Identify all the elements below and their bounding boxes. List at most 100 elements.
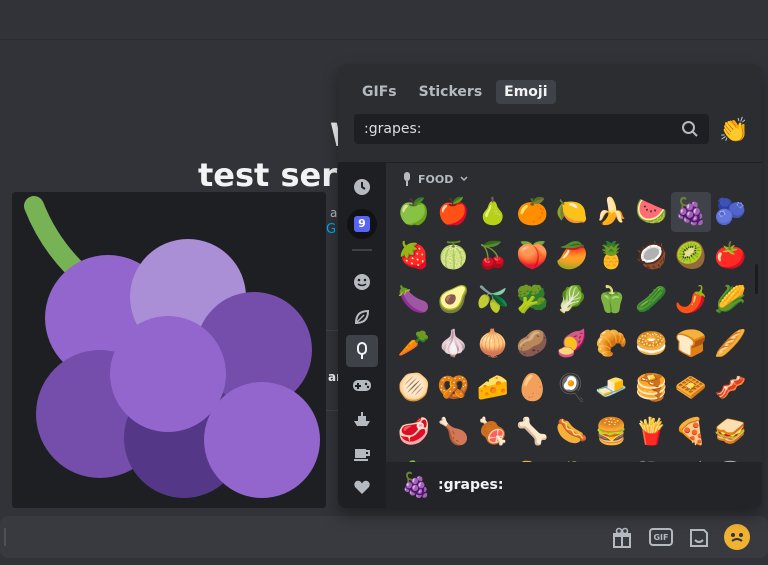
emoji-cell[interactable]: 🥩: [394, 412, 434, 452]
emoji-cell[interactable]: 🥕: [394, 324, 434, 364]
emoji-cell[interactable]: 🌶️: [671, 280, 711, 320]
gamepad-icon[interactable]: [346, 369, 378, 401]
emoji-button[interactable]: [724, 524, 750, 550]
ship-icon[interactable]: [346, 403, 378, 435]
gif-label: GIF: [653, 532, 669, 542]
emoji-cell[interactable]: 🍠: [552, 324, 592, 364]
emoji-cell[interactable]: 🦴: [513, 412, 553, 452]
emoji-cell[interactable]: 🫓: [394, 368, 434, 408]
emoji-cell[interactable]: 🧈: [592, 368, 632, 408]
tab-stickers[interactable]: Stickers: [411, 80, 491, 104]
scrollbar[interactable]: [755, 264, 758, 294]
emoji-footer: 🍇 :grapes:: [386, 462, 762, 508]
emoji-cell[interactable]: 🍒: [473, 236, 513, 276]
emoji-cell[interactable]: 🍋: [552, 192, 592, 232]
emoji-cell[interactable]: 🥞: [631, 368, 671, 408]
emoji-cell[interactable]: 🍊: [513, 192, 553, 232]
emoji-picker: GIFs Stickers Emoji :grapes: 👏 9 FOOD 🍏 …: [338, 64, 762, 508]
emoji-cell[interactable]: 🍐: [473, 192, 513, 232]
emoji-cell[interactable]: 🍓: [394, 236, 434, 276]
emoji-cell[interactable]: 🍇: [670, 192, 711, 232]
emoji-cell[interactable]: 🥐: [592, 324, 632, 364]
emoji-cell[interactable]: 🧅: [473, 324, 513, 364]
emoji-cell[interactable]: 🌭: [552, 412, 592, 452]
welcome-link[interactable]: G: [326, 222, 336, 237]
emoji-cell[interactable]: 🍅: [711, 236, 751, 276]
divider: [338, 162, 762, 163]
emoji-cell[interactable]: 🍌: [592, 192, 632, 232]
footer-emoji-name: :grapes:: [438, 477, 504, 493]
tab-gifs[interactable]: GIFs: [354, 80, 405, 104]
emoji-cell[interactable]: 🍏: [394, 192, 434, 232]
emoji-cell[interactable]: 🍖: [473, 412, 513, 452]
emoji-row: 🍏 🍎 🍐 🍊 🍋 🍌 🍉 🍇 🫐: [394, 192, 750, 232]
emoji-row: 🥕 🧄 🧅 🥔 🍠 🥐 🥯 🍞 🥖: [394, 324, 750, 364]
emoji-cell[interactable]: 🥬: [552, 280, 592, 320]
emoji-cell[interactable]: 🥦: [513, 280, 553, 320]
emoji-cell[interactable]: 🥭: [552, 236, 592, 276]
emoji-preview: [12, 192, 326, 508]
emoji-row: 🍓 🍈 🍒 🍑 🥭 🍍 🥥 🥝 🍅: [394, 236, 750, 276]
emoji-cell[interactable]: 🍳: [552, 368, 592, 408]
emoji-cell[interactable]: 🧀: [473, 368, 513, 408]
category-sidebar: 9: [338, 163, 386, 508]
emoji-cell[interactable]: 🥒: [631, 280, 671, 320]
emoji-search-input[interactable]: :grapes:: [354, 114, 709, 144]
app-header: [0, 0, 768, 40]
emoji-cell[interactable]: 🥨: [434, 368, 474, 408]
emoji-cell[interactable]: 🍕: [671, 412, 711, 452]
emoji-cell[interactable]: 🥑: [434, 280, 474, 320]
emoji-cell[interactable]: 🌽: [711, 280, 751, 320]
category-header[interactable]: FOOD: [402, 172, 469, 186]
chevron-down-icon: [460, 176, 468, 182]
sidebar-divider: [352, 249, 372, 251]
clock-icon[interactable]: [346, 171, 378, 203]
gift-icon[interactable]: [609, 525, 635, 551]
emoji-cell[interactable]: 🥚: [513, 368, 553, 408]
emoji-cell[interactable]: 🍉: [631, 192, 671, 232]
emoji-cell[interactable]: 🍎: [434, 192, 474, 232]
search-value: :grapes:: [364, 121, 422, 137]
emoji-cell[interactable]: 🍟: [631, 412, 671, 452]
sticker-icon[interactable]: [686, 525, 712, 551]
emoji-cell[interactable]: 🥝: [671, 236, 711, 276]
gif-button[interactable]: GIF: [649, 528, 673, 546]
emoji-cell[interactable]: 🍞: [671, 324, 711, 364]
emoji-cell[interactable]: 🫐: [711, 192, 751, 232]
search-icon[interactable]: [681, 120, 699, 138]
grapes-icon: [24, 196, 320, 498]
text-cursor: [4, 528, 6, 546]
leaf-icon[interactable]: [346, 301, 378, 333]
server-icon[interactable]: 9: [347, 209, 377, 239]
emoji-cell[interactable]: 🍑: [513, 236, 553, 276]
heart-icon[interactable]: [346, 471, 378, 503]
skin-tone-button[interactable]: 👏: [718, 114, 750, 146]
popsicle-icon: [404, 172, 410, 186]
emoji-row: 🥩 🍗 🍖 🦴 🌭 🍔 🍟 🍕 🥪: [394, 412, 750, 452]
emoji-cell[interactable]: 🥔: [513, 324, 553, 364]
emoji-icon: [731, 533, 743, 542]
tab-emoji[interactable]: Emoji: [496, 80, 556, 104]
emoji-cell[interactable]: 🍗: [434, 412, 474, 452]
emoji-cell[interactable]: 🍈: [434, 236, 474, 276]
emoji-cell[interactable]: 🫒: [473, 280, 513, 320]
footer-emoji-preview: 🍇: [401, 471, 431, 499]
emoji-cell[interactable]: 🧇: [671, 368, 711, 408]
emoji-row: 🍆 🥑 🫒 🥦 🥬 🫑 🥒 🌶️ 🌽: [394, 280, 750, 320]
popsicle-icon[interactable]: [346, 335, 378, 367]
emoji-cell[interactable]: 🍆: [394, 280, 434, 320]
category-label: FOOD: [418, 172, 454, 186]
emoji-cell[interactable]: 🍔: [592, 412, 632, 452]
coffee-icon[interactable]: [346, 437, 378, 469]
emoji-cell[interactable]: 🥖: [711, 324, 751, 364]
emoji-cell[interactable]: 🍍: [592, 236, 632, 276]
emoji-cell[interactable]: 🫑: [592, 280, 632, 320]
emoji-cell[interactable]: 🥓: [711, 368, 751, 408]
emoji-row: 🫓 🥨 🧀 🥚 🍳 🧈 🥞 🧇 🥓: [394, 368, 750, 408]
emoji-cell[interactable]: 🥯: [631, 324, 671, 364]
smile-icon[interactable]: [346, 266, 378, 298]
emoji-cell[interactable]: 🥥: [631, 236, 671, 276]
picker-tabs: GIFs Stickers Emoji: [354, 80, 556, 104]
emoji-cell[interactable]: 🧄: [434, 324, 474, 364]
emoji-cell[interactable]: 🥪: [711, 412, 751, 452]
